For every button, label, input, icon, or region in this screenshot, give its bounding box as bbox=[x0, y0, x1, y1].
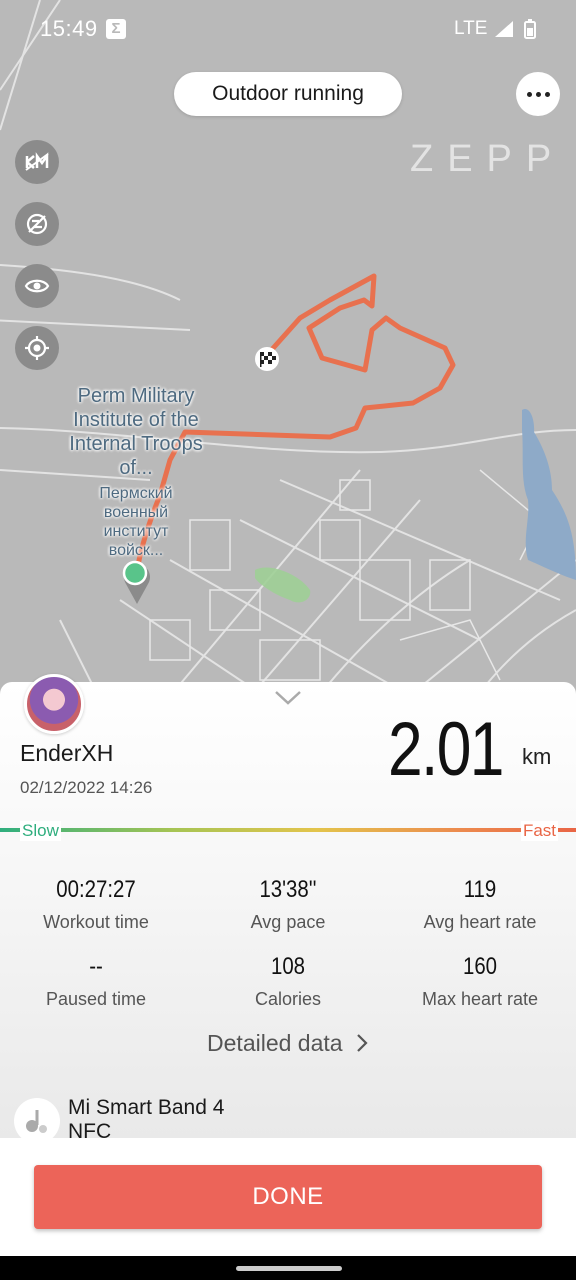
detailed-data-label: Detailed data bbox=[207, 1030, 343, 1056]
zepp-logo: ZEPP bbox=[410, 138, 566, 180]
stat-calories: 108 Calories bbox=[254, 953, 322, 1009]
locate-icon[interactable] bbox=[15, 326, 59, 370]
notification-icon: Σ bbox=[106, 19, 126, 39]
map-style-icon[interactable] bbox=[15, 202, 59, 246]
stat-paused-time: -- Paused time bbox=[45, 953, 147, 1009]
status-bar: 15:49 Σ LTE bbox=[0, 0, 576, 58]
status-time: 15:49 bbox=[40, 16, 98, 41]
more-options-button[interactable] bbox=[516, 72, 560, 116]
stat-avg-pace: 13'38'' Avg pace bbox=[250, 876, 326, 932]
stat-workout-time: 00:27:27 Workout time bbox=[43, 876, 149, 932]
pace-fast-label: Fast bbox=[520, 821, 558, 841]
detailed-data-link[interactable]: Detailed data bbox=[0, 1030, 576, 1057]
workout-summary-sheet: EnderXH 02/12/2022 14:26 2.01 km Slow Fa… bbox=[0, 682, 576, 1138]
route-map[interactable]: Perm Military Institute of the Internal … bbox=[0, 0, 576, 720]
avatar[interactable] bbox=[24, 674, 84, 734]
home-indicator[interactable] bbox=[236, 1266, 342, 1271]
km-toggle-icon[interactable] bbox=[15, 140, 59, 184]
distance-unit: km bbox=[522, 744, 552, 769]
distance-value: 2.01 bbox=[388, 707, 504, 792]
workout-type-title: Outdoor running bbox=[174, 72, 402, 116]
pace-gradient-bar bbox=[0, 828, 576, 832]
chevron-right-icon bbox=[357, 1034, 368, 1052]
network-type: LTE bbox=[454, 18, 488, 39]
stat-avg-heart-rate: 119 Avg heart rate bbox=[423, 876, 537, 932]
system-nav-bar bbox=[0, 1256, 576, 1280]
collapse-chevron-icon[interactable] bbox=[274, 690, 302, 706]
battery-icon bbox=[524, 19, 536, 39]
bottom-action-bar: DONE bbox=[0, 1138, 576, 1256]
signal-icon bbox=[495, 21, 513, 37]
map-place-label-ru: Пермский военный институт войск... bbox=[99, 485, 173, 559]
pace-slow-label: Slow bbox=[20, 821, 61, 841]
user-name: EnderXH bbox=[20, 740, 114, 766]
done-button[interactable]: DONE bbox=[34, 1165, 542, 1229]
device-name: Mi Smart Band 4 NFC bbox=[68, 1096, 225, 1138]
visibility-icon[interactable] bbox=[15, 264, 59, 308]
stat-max-heart-rate: 160 Max heart rate bbox=[421, 953, 539, 1009]
map-place-label: Perm Military Institute of the Internal … bbox=[69, 385, 203, 479]
workout-datetime: 02/12/2022 14:26 bbox=[20, 778, 153, 797]
device-icon bbox=[14, 1098, 60, 1138]
